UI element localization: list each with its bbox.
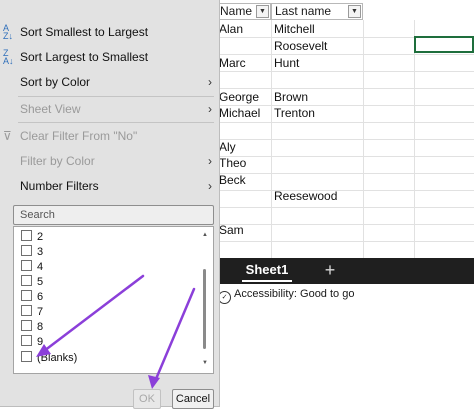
value-label: 3 [37,246,44,258]
cell-last-name[interactable]: Roosevelt [274,38,327,54]
status-bar: ✓ Accessibility: Good to go [212,284,474,306]
cell-name[interactable]: Alan [219,21,243,37]
menu-label: Sort Largest to Smallest [20,50,149,64]
scrollbar-thumb[interactable] [203,269,206,349]
clear-filter-icon: ⊽ [3,129,12,143]
filter-value-item[interactable]: 6 [21,290,43,305]
header-cell-last-name[interactable]: Last name ▼ [271,3,363,20]
filter-value-item[interactable]: 8 [21,320,43,335]
accessibility-status[interactable]: ✓ Accessibility: Good to go [218,288,354,304]
cell-last-name[interactable]: Mitchell [274,21,315,37]
filter-value-item-blanks[interactable]: (Blanks) [21,351,77,366]
menu-sort-descending[interactable]: Z A↓ Sort Largest to Smallest [0,46,218,68]
chevron-right-icon: › [208,179,212,193]
scroll-down-icon[interactable]: ▼ [201,359,209,367]
sheet-tab-label: Sheet1 [245,262,289,277]
menu-label: Sort Smallest to Largest [20,25,149,39]
add-sheet-icon[interactable]: + [316,258,344,284]
cell-name[interactable]: Beck [219,172,246,188]
checkbox[interactable] [21,260,32,271]
menu-sheet-view: Sheet View › [0,98,218,120]
menu-clear-filter: ⊽ Clear Filter From "No" [0,125,218,147]
menu-sort-by-color[interactable]: Sort by Color › [0,71,218,93]
cell-last-name[interactable]: Brown [274,89,308,105]
cell-last-name[interactable]: Hunt [274,55,299,71]
filter-value-item[interactable]: 4 [21,260,43,275]
cell-name[interactable]: Michael [219,105,260,121]
cell-name[interactable]: Theo [219,155,246,171]
value-label: 9 [37,336,44,348]
value-label: 8 [37,321,44,333]
filter-value-item[interactable]: 9 [21,335,43,350]
header-last-name-label: Last name [275,4,332,18]
cell-name[interactable]: Marc [219,55,246,71]
chevron-right-icon: › [208,154,212,168]
checkbox[interactable] [21,275,32,286]
active-tab-indicator [242,280,292,282]
filter-dropdown-name-icon[interactable]: ▼ [256,5,269,18]
cell-name[interactable]: Sam [219,222,244,238]
accessibility-label: Accessibility: Good to go [234,288,355,300]
filter-search-input[interactable] [13,205,214,225]
cancel-button[interactable]: Cancel [172,389,214,409]
menu-label: Sort by Color [20,75,91,89]
value-label: 6 [37,291,44,303]
menu-label: Clear Filter From "No" [20,129,138,143]
filter-values-list: 2 3 4 5 6 7 8 9 (Blanks) ▲ ▼ [13,226,214,374]
menu-sort-ascending[interactable]: A Z↓ Sort Smallest to Largest [0,21,218,43]
cell-last-name[interactable]: Trenton [274,105,315,121]
sheet-tab-sheet1[interactable]: Sheet1 [234,258,300,284]
chevron-right-icon: › [208,75,212,89]
checkbox[interactable] [21,351,32,362]
cell-name[interactable]: Aly [219,139,236,155]
scroll-up-icon[interactable]: ▲ [201,231,209,239]
sort-ascending-icon: A Z↓ [3,23,13,41]
checkbox[interactable] [21,320,32,331]
selected-cell[interactable] [414,36,474,53]
menu-label: Filter by Color [20,154,95,168]
checkbox[interactable] [21,245,32,256]
menu-separator [18,122,214,123]
header-cell-name[interactable]: Name ▼ [216,3,271,20]
value-label: 4 [37,261,44,273]
menu-label: Sheet View [20,102,81,116]
ok-button[interactable]: OK [133,389,161,409]
value-label: 2 [37,231,44,243]
sort-descending-icon: Z A↓ [3,48,14,66]
value-label: 7 [37,306,44,318]
filter-value-item[interactable]: 7 [21,305,43,320]
checkbox[interactable] [21,230,32,241]
value-label: (Blanks) [37,352,78,364]
menu-number-filters[interactable]: Number Filters › [0,175,218,197]
cell-name[interactable]: George [219,89,259,105]
filter-dropdown-last-name-icon[interactable]: ▼ [348,5,361,18]
menu-label: Number Filters [20,179,99,193]
filter-value-item[interactable]: 2 [21,230,43,245]
header-name-label: Name [220,4,253,18]
checkbox[interactable] [21,305,32,316]
menu-separator [18,96,214,97]
filter-value-item[interactable]: 3 [21,245,43,260]
chevron-right-icon: › [208,102,212,116]
value-label: 5 [37,276,44,288]
checkbox[interactable] [21,290,32,301]
checkbox[interactable] [21,335,32,346]
list-scrollbar[interactable]: ▲ ▼ [201,231,209,367]
filter-value-item[interactable]: 5 [21,275,43,290]
background-area [212,306,474,407]
sheet-tab-bar: Sheet1 + [212,258,474,284]
cell-last-name[interactable]: Reesewood [274,188,337,204]
autofilter-dropdown-panel: A Z↓ Sort Smallest to Largest Z A↓ Sort La… [0,0,220,409]
menu-filter-by-color: Filter by Color › [0,150,218,172]
